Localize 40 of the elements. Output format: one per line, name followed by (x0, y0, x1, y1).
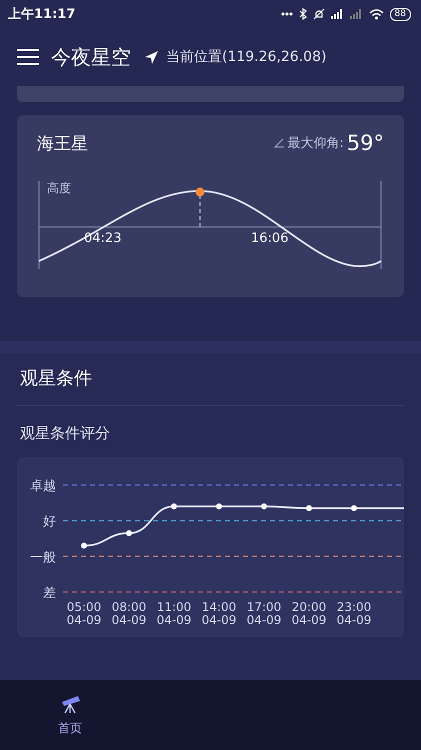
max-altitude-label: 最大仰角: (287, 135, 344, 152)
date-label: 04-09 (336, 613, 372, 627)
time-label: 23:00 (336, 600, 372, 614)
level-label: 差 (43, 586, 56, 601)
signal-icon (350, 9, 363, 19)
date-label: 04-09 (246, 613, 282, 627)
date-label: 04-09 (202, 613, 236, 627)
level-label: 卓越 (30, 479, 56, 494)
location-arrow-icon (145, 50, 158, 64)
date-label: 04-09 (66, 613, 102, 627)
axis-label: 高度 (47, 180, 71, 197)
rise-time: 04:23 (84, 231, 122, 246)
time-label: 11:00 (156, 600, 192, 614)
wifi-icon (368, 8, 384, 20)
date-label: 04-09 (156, 613, 192, 627)
chart-title: 观星条件评分 (19, 423, 111, 444)
location-text: 当前位置(119.26,26.08) (166, 48, 326, 66)
time-label: 05:00 (66, 600, 102, 614)
telescope-icon (59, 694, 81, 714)
planet-name: 海王星 (37, 132, 88, 154)
menu-icon[interactable] (17, 48, 39, 66)
time-label: 17:00 (246, 600, 282, 614)
date-label: 04-09 (112, 613, 146, 627)
time-label: 14:00 (202, 600, 236, 614)
time-label: 08:00 (112, 600, 146, 614)
muted-bell-icon (312, 8, 325, 20)
set-time: 16:06 (251, 231, 288, 246)
app-title: 今夜星空 (51, 44, 131, 70)
angle-icon (274, 138, 284, 148)
signal-icon (330, 9, 344, 19)
level-label: 好 (43, 514, 56, 530)
more-icon (280, 11, 293, 17)
time-label: 20:00 (292, 600, 326, 614)
battery-level: 88 (390, 8, 411, 20)
level-label: 一般 (30, 550, 56, 566)
date-label: 04-09 (292, 613, 326, 627)
bluetooth-icon (298, 8, 307, 20)
section-title: 观星条件 (19, 367, 93, 391)
status-time: 上午11:17 (8, 6, 76, 23)
max-altitude-value: 59° (346, 131, 384, 155)
